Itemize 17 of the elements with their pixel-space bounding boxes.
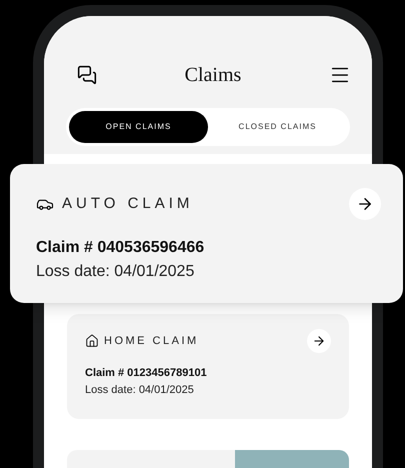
- page-title: Claims: [184, 63, 242, 88]
- claim-card[interactable]: HOME CLAIM Claim # 0123456789101 Loss date: 04/01/2025: [67, 314, 349, 419]
- featured-claim-card[interactable]: AUTO CLAIM Claim # 040536596466 Loss date: 04/01/2025: [10, 164, 403, 303]
- claim-type: AUTO CLAIM: [62, 194, 194, 214]
- arrow-button[interactable]: [307, 329, 331, 353]
- arrow-right-icon: [356, 195, 374, 213]
- house-icon: [85, 334, 99, 348]
- tab[interactable]: CLOSED CLAIMS: [208, 111, 347, 143]
- claim-number: Claim # 0123456789101: [85, 366, 208, 381]
- claim-number: Claim # 040536596466: [36, 238, 206, 258]
- loss-date: Loss date: 04/01/2025: [85, 382, 195, 398]
- loss-date: Loss date: 04/01/2025: [36, 262, 196, 282]
- tab[interactable]: OPEN CLAIMS: [69, 111, 208, 143]
- arrow-button[interactable]: [349, 188, 381, 220]
- chat-icon[interactable]: [77, 65, 97, 85]
- claim-type: HOME CLAIM: [104, 334, 199, 349]
- arrow-right-icon: [312, 334, 326, 348]
